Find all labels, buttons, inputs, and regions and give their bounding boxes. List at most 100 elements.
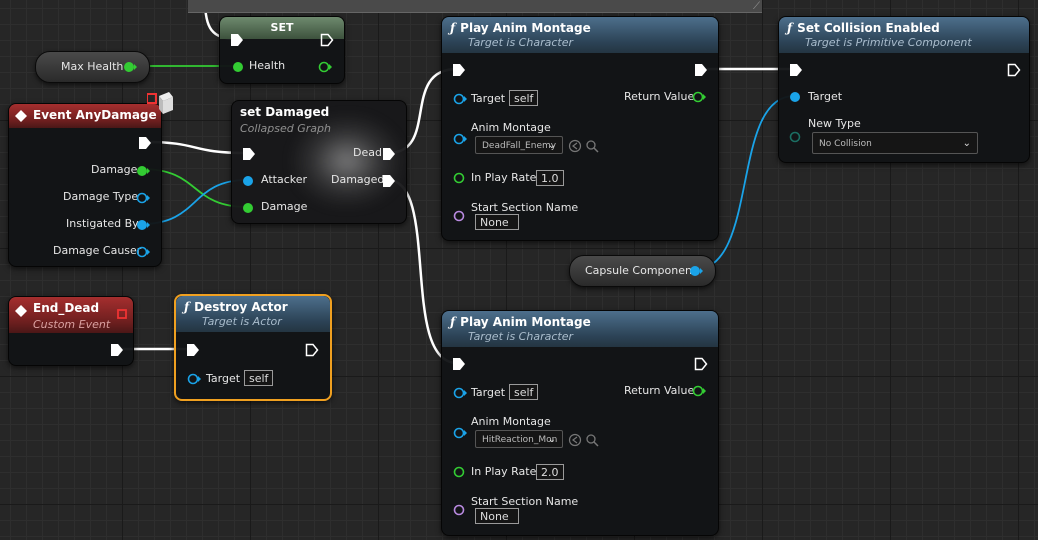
damage-type-out-pin-icon[interactable] [136,192,150,204]
exec-out-pin-icon[interactable] [305,343,319,357]
exec-out-pin-icon[interactable] [694,357,708,371]
health-pin-label: Health [249,59,286,72]
new-type-dropdown[interactable]: No Collision ⌄ [812,132,978,154]
in-play-rate-field[interactable]: 1.0 [536,170,564,186]
exec-in-pin-icon[interactable] [186,343,200,357]
target-pin-label: Target [471,92,506,105]
function-icon: ƒ [787,21,793,35]
set-damaged-collapsed-node[interactable]: set Damaged Collapsed Graph Dead Attacke… [231,100,407,224]
target-self-field[interactable]: self [244,370,274,386]
set-variable-node[interactable]: SET Health [219,16,345,84]
delegate-pin-icon[interactable] [117,309,127,319]
exec-out-pin-icon[interactable] [694,63,708,77]
anim-montage-dropdown[interactable]: HitReaction_Mon ⌄ [475,430,563,448]
in-play-rate-field[interactable]: 2.0 [536,464,564,480]
target-in-pin-icon[interactable] [789,91,801,103]
end-dead-title: End_Dead [33,301,100,315]
exec-out-pin-icon[interactable] [110,343,124,357]
health-in-pin-icon[interactable] [232,61,244,73]
browse-icon[interactable] [568,433,582,447]
target-in-pin-icon[interactable] [187,373,201,385]
start-section-name-pin-icon[interactable] [453,210,467,222]
max-health-getter-node[interactable]: Max Health [35,51,150,83]
destroy-actor-title-row: ƒ Destroy Actor [184,300,322,314]
end-dead-header: End_Dead Custom Event [9,297,133,333]
event-anydamage-node[interactable]: Event AnyDamage Damage Damage Type Insti… [8,92,173,267]
exec-out-pin-icon[interactable] [138,136,152,150]
damage-causer-out-pin-icon[interactable] [136,246,150,258]
play-anim-montage-node-2[interactable]: ƒ Play Anim Montage Target is Character T… [441,310,719,536]
target-pin-label: Target [471,386,506,399]
in-play-rate-label: In Play Rate [471,465,537,478]
capsule-component-getter-node[interactable]: Capsule Component [569,255,716,287]
chevron-down-icon: ⌄ [962,138,971,149]
damage-causer-pin-label: Damage Causer [53,244,142,257]
set-collision-enabled-node[interactable]: ƒ Set Collision Enabled Target is Primiti… [778,16,1030,163]
target-in-pin-icon[interactable] [453,387,467,399]
search-icon[interactable] [585,433,599,447]
damage-out-pin-icon[interactable] [136,165,150,177]
exec-in-pin-icon[interactable] [230,33,244,47]
return-value-out-pin-icon[interactable] [692,385,706,397]
return-value-out-pin-icon[interactable] [692,91,706,103]
exec-out-pin-icon[interactable] [320,33,334,47]
exec-in-pin-icon[interactable] [242,147,256,161]
target-pin-label: Target [206,372,241,385]
start-section-name-label: Start Section Name [471,201,579,214]
end-dead-subtitle: Custom Event [33,318,111,331]
start-section-name-pin-icon[interactable] [453,504,467,516]
anim-montage-in-pin-icon[interactable] [453,427,467,439]
destroy-actor-node[interactable]: ƒ Destroy Actor Target is Actor Target se… [174,294,332,401]
play-anim-montage-1-title-row: ƒ Play Anim Montage [450,21,710,35]
in-play-rate-label: In Play Rate [471,171,537,184]
scroll-bar[interactable]: ⟋ [188,0,762,13]
start-section-name-field[interactable]: None [475,508,519,524]
max-health-out-pin-icon[interactable] [123,60,137,74]
play-anim-montage-2-title-row: ƒ Play Anim Montage [450,315,710,329]
target-self-field[interactable]: self [509,90,539,106]
new-type-dropdown-value: No Collision [819,139,872,149]
return-value-pin-label: Return Value [624,90,695,103]
new-type-pin-icon[interactable] [789,131,801,143]
in-play-rate-pin-icon[interactable] [453,172,467,184]
network-event-icon [147,92,173,114]
capsule-out-pin-icon[interactable] [689,264,703,278]
play-anim-montage-2-header: ƒ Play Anim Montage Target is Character [442,311,718,347]
dead-pin-label: Dead [353,146,382,159]
damaged-exec-out-pin-icon[interactable] [382,174,396,188]
exec-in-pin-icon[interactable] [452,357,466,371]
anim-montage-dropdown[interactable]: DeadFall_Enemy ⌄ [475,136,563,154]
target-in-pin-icon[interactable] [453,93,467,105]
play-anim-montage-node-1[interactable]: ƒ Play Anim Montage Target is Character T… [441,16,719,241]
set-collision-subtitle: Target is Primitive Component [805,36,972,49]
return-value-pin-label: Return Value [624,384,695,397]
exec-in-pin-icon[interactable] [789,63,803,77]
exec-in-pin-icon[interactable] [452,63,466,77]
dead-exec-out-pin-icon[interactable] [382,147,396,161]
new-type-label: New Type [808,117,861,130]
start-section-name-label: Start Section Name [471,495,579,508]
end-dead-event-node[interactable]: End_Dead Custom Event [8,296,134,366]
attacker-in-pin-icon[interactable] [242,175,254,187]
damage-in-pin-icon[interactable] [242,202,254,214]
damaged-pin-label: Damaged [331,173,385,186]
health-out-pin-icon[interactable] [318,61,332,73]
damage-in-pin-label: Damage [261,200,308,213]
instigated-by-out-pin-icon[interactable] [136,219,150,231]
resize-grip-icon[interactable]: ⟋ [753,1,760,12]
browse-icon[interactable] [568,139,582,153]
function-icon: ƒ [450,21,456,35]
in-play-rate-pin-icon[interactable] [453,466,467,478]
start-section-name-field[interactable]: None [475,214,519,230]
target-self-field[interactable]: self [509,384,539,400]
destroy-actor-header: ƒ Destroy Actor Target is Actor [176,296,330,332]
attacker-pin-label: Attacker [261,173,308,186]
exec-out-pin-icon[interactable] [1007,63,1021,77]
watermark-logo-icon [930,520,1038,540]
anim-montage-pin-label: Anim Montage [471,121,551,134]
play-anim-montage-1-subtitle: Target is Character [468,36,573,49]
anim-montage-in-pin-icon[interactable] [453,133,467,145]
play-anim-montage-2-subtitle: Target is Character [468,330,573,343]
set-damaged-subtitle: Collapsed Graph [240,122,331,135]
search-icon[interactable] [585,139,599,153]
